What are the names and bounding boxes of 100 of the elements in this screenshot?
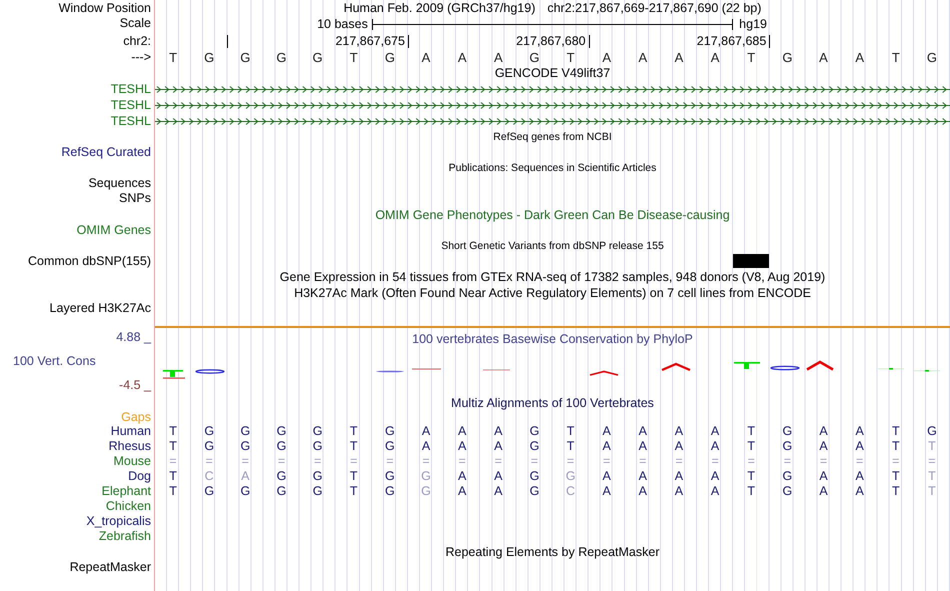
track-title: OMIM Gene Phenotypes - Dark Green Can Be Disease-causing (375, 208, 730, 222)
track-label: RepeatMasker (70, 560, 151, 575)
track-title: Multiz Alignments of 100 Vertebrates (451, 396, 654, 410)
track-label: Layered H3K27Ac (50, 301, 151, 316)
row-label: chr2: (123, 34, 151, 49)
aligned-base: = (276, 454, 286, 469)
aligned-base: A (674, 469, 684, 484)
species-label: Chicken (106, 499, 151, 514)
coordinate-tick (227, 35, 228, 48)
aligned-base: = (746, 454, 756, 469)
aligned-base: G (276, 424, 288, 439)
aligned-base: A (240, 469, 250, 484)
aligned-base: T (927, 469, 937, 484)
sequence-base: A (710, 50, 720, 64)
aligned-base: = (312, 454, 322, 469)
scale-text: 10 bases (317, 16, 368, 32)
track-title: RefSeq genes from NCBI (493, 130, 612, 144)
sequence-base: T (168, 50, 178, 64)
track-title: Publications: Sequences in Scientific Articles (448, 161, 656, 175)
aligned-base: A (818, 424, 829, 439)
sequence-base: G (275, 50, 288, 64)
aligned-base: = (602, 454, 612, 469)
track-title: H3K27Ac Mark (Often Found Near Active Regulatory Elements) on 7 cell lines from ENCODE (294, 286, 811, 300)
aligned-base: G (564, 469, 576, 484)
aligned-base: T (927, 484, 937, 499)
track-title: GENCODE V49lift37 (494, 66, 610, 80)
aligned-base: = (457, 454, 467, 469)
aligned-base: A (818, 469, 829, 484)
aligned-base: A (638, 439, 648, 454)
aligned-base: G (203, 484, 216, 499)
aligned-base: A (710, 469, 720, 484)
aligned-base: G (528, 469, 540, 484)
aligned-base: A (493, 439, 504, 454)
gene-label: TESHL (110, 98, 151, 112)
aligned-base: G (312, 484, 324, 499)
sequence-base: T (890, 50, 901, 64)
sequence-base: A (492, 50, 504, 64)
aligned-base: = (927, 454, 937, 469)
aligned-base: A (456, 439, 468, 454)
aligned-base: T (746, 469, 756, 484)
aligned-base: G (782, 439, 794, 454)
aligned-base: G (276, 469, 288, 484)
aligned-base: A (818, 439, 829, 454)
row-label: Scale (120, 16, 151, 31)
aligned-base: = (385, 454, 395, 469)
aligned-base: A (420, 424, 432, 439)
aligned-base: A (420, 439, 432, 454)
track-label: Sequences (88, 176, 151, 191)
track-title: Repeating Elements by RepeatMasker (445, 545, 660, 559)
aligned-base: A (493, 484, 504, 499)
sequence-base: G (781, 50, 794, 64)
sequence-base: T (746, 50, 756, 64)
aligned-base: T (348, 424, 359, 439)
aligned-base: T (168, 469, 178, 484)
aligned-base: = (530, 454, 540, 469)
aligned-base: T (890, 469, 901, 484)
aligned-base: = (494, 454, 503, 469)
aligned-base: G (782, 424, 794, 439)
aligned-base: T (168, 424, 178, 439)
aligned-base: A (818, 484, 829, 499)
variant-bar (733, 254, 770, 268)
track-label: Gaps (121, 410, 151, 425)
aligned-base: = (710, 454, 720, 469)
aligned-base: = (638, 454, 648, 469)
coordinate-tick (408, 35, 409, 48)
genome-position: chr2:217,867,669-217,867,690 (22 bp) (547, 1, 762, 15)
aligned-base: G (528, 424, 540, 439)
aligned-base: = (782, 454, 792, 469)
aligned-base: T (927, 439, 937, 454)
aligned-base: = (854, 454, 864, 469)
gene-label: TESHL (110, 114, 151, 128)
aligned-base: C (204, 469, 215, 484)
aligned-base: G (276, 439, 288, 454)
aligned-base: G (276, 484, 288, 499)
conservation-mark (878, 368, 904, 370)
aligned-base: G (528, 484, 540, 499)
assembly-name: Human Feb. 2009 (GRCh37/hg19) (344, 1, 536, 15)
aligned-base: A (710, 424, 720, 439)
aligned-base: A (602, 484, 612, 499)
aligned-base: A (638, 424, 648, 439)
aligned-base: = (168, 454, 178, 469)
aligned-base: G (312, 424, 324, 439)
track-label: Common dbSNP(155) (28, 254, 151, 269)
axis-min-label: -4.5 _ (119, 378, 151, 393)
aligned-base: = (674, 454, 684, 469)
aligned-base: A (602, 439, 612, 454)
aligned-base: T (890, 484, 901, 499)
sequence-base: G (239, 50, 252, 64)
aligned-base: A (674, 424, 684, 439)
sequence-base: A (818, 50, 829, 64)
aligned-base: A (493, 424, 504, 439)
row-label: Window Position (58, 0, 151, 16)
aligned-base: A (638, 469, 648, 484)
conservation-mark (770, 366, 800, 370)
scale-assembly: hg19 (739, 16, 767, 32)
aligned-base: A (456, 469, 468, 484)
aligned-base: T (348, 439, 359, 454)
aligned-base: A (602, 424, 612, 439)
aligned-base: A (674, 484, 684, 499)
conservation-mark (662, 362, 690, 372)
